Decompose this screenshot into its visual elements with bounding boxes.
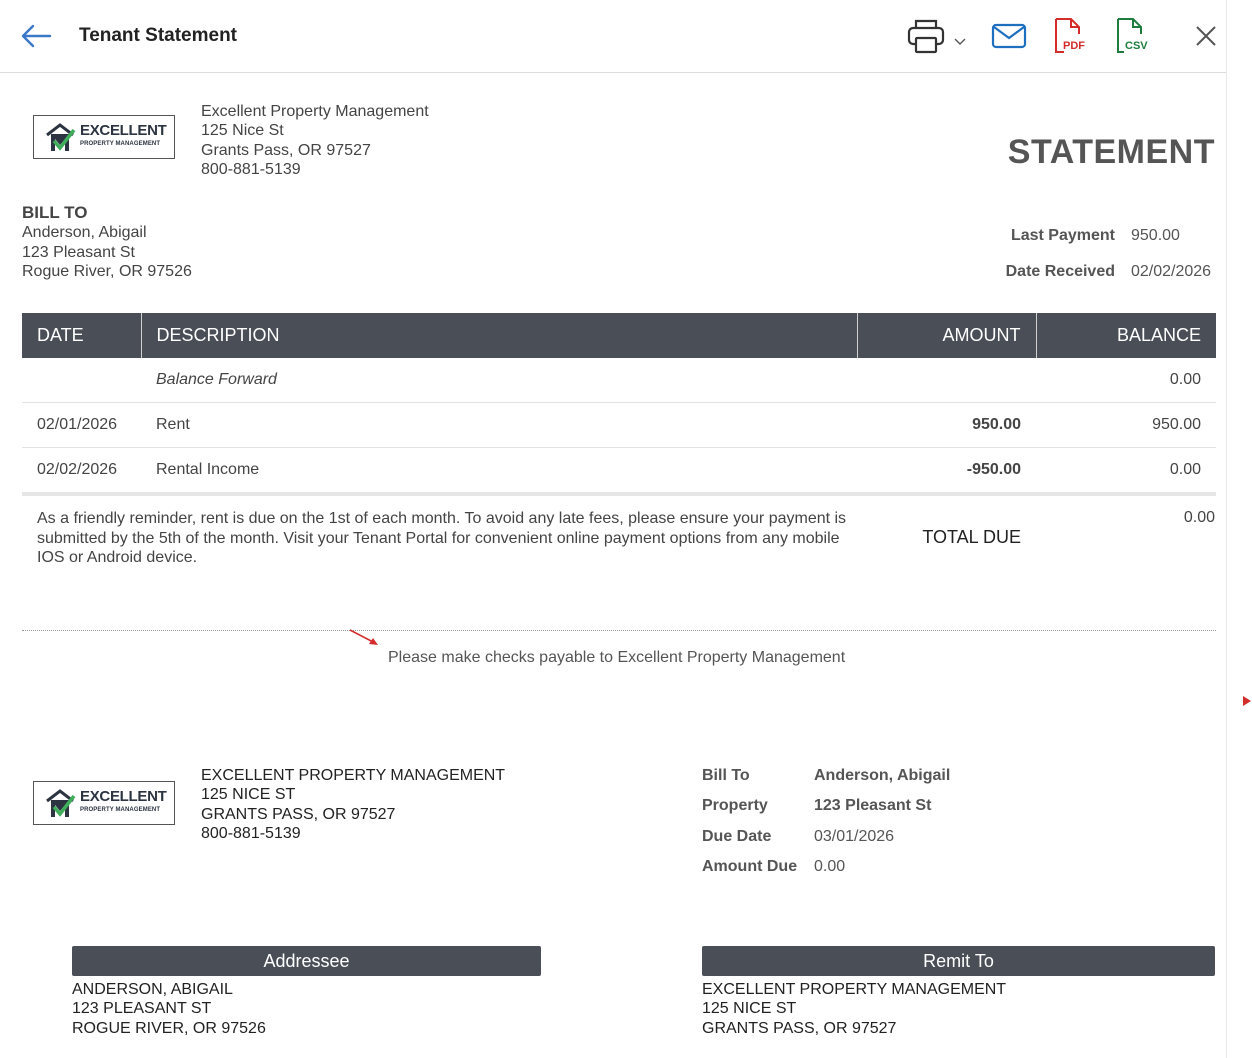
ledger-header-row: DATE DESCRIPTION AMOUNT BALANCE bbox=[22, 313, 1216, 358]
pdf-label: PDF bbox=[1063, 40, 1085, 52]
last-payment-value: 950.00 bbox=[1131, 227, 1180, 244]
date-received-value: 02/02/2026 bbox=[1131, 263, 1212, 280]
last-payment-label: Last Payment bbox=[1010, 227, 1115, 244]
rent-reminder-text: As a friendly reminder, rent is due on t… bbox=[37, 510, 847, 567]
company-address: Excellent Property Management 125 Nice S… bbox=[201, 102, 429, 179]
logo-text: EXCELLENT bbox=[80, 122, 167, 139]
chevron-down-icon[interactable] bbox=[953, 16, 967, 56]
company-logo: EXCELLENT PROPERTY MANAGEMENT bbox=[33, 115, 175, 159]
row-amount bbox=[857, 358, 1036, 403]
company-city: Grants Pass, OR 97527 bbox=[201, 141, 371, 159]
stub-property-label: Property bbox=[702, 797, 768, 814]
stub-bill-to-value: Anderson, Abigail bbox=[814, 767, 951, 784]
bill-to-name: Anderson, Abigail bbox=[22, 224, 147, 241]
stub-company-street: 125 NICE ST bbox=[201, 786, 296, 804]
table-row: Balance Forward 0.00 bbox=[22, 358, 1216, 403]
row-amount: 950.00 bbox=[857, 402, 1036, 448]
row-description: Rental Income bbox=[141, 447, 857, 496]
stub-company-logo: EXCELLENT PROPERTY MANAGEMENT bbox=[33, 781, 175, 825]
logo-text: EXCELLENT bbox=[80, 788, 167, 805]
table-row: 02/01/2026 Rent 950.00 950.00 bbox=[22, 402, 1216, 448]
company-street: 125 Nice St bbox=[201, 122, 284, 140]
bill-to-city: Rogue River, OR 97526 bbox=[22, 263, 192, 281]
marker-triangle-icon bbox=[1243, 696, 1251, 706]
stub-bill-to-label: Bill To bbox=[702, 767, 750, 784]
annotation-arrow-icon bbox=[349, 629, 378, 645]
bill-to-street: 123 Pleasant St bbox=[22, 243, 135, 261]
close-icon[interactable] bbox=[1194, 16, 1218, 56]
stub-company-name: EXCELLENT PROPERTY MANAGEMENT bbox=[201, 767, 506, 784]
row-balance: 950.00 bbox=[1036, 402, 1216, 448]
pdf-icon[interactable]: PDF bbox=[1050, 16, 1090, 56]
column-header-balance: BALANCE bbox=[1036, 313, 1216, 358]
ledger-table: DATE DESCRIPTION AMOUNT BALANCE Balance … bbox=[22, 313, 1216, 496]
total-due-value: 0.00 bbox=[1183, 509, 1215, 526]
back-arrow-icon[interactable] bbox=[18, 20, 54, 52]
house-check-icon bbox=[46, 789, 76, 817]
bill-to-address: Anderson, Abigail 123 Pleasant St Rogue … bbox=[22, 223, 192, 282]
addressee-city: ROGUE RIVER, OR 97526 bbox=[72, 1019, 266, 1037]
addressee-heading: Addressee bbox=[72, 946, 541, 976]
stub-property-value: 123 Pleasant St bbox=[814, 797, 932, 814]
row-date: 02/02/2026 bbox=[22, 447, 141, 496]
stub-company-city: GRANTS PASS, OR 97527 bbox=[201, 805, 396, 823]
row-balance: 0.00 bbox=[1036, 358, 1216, 403]
addressee-address: ANDERSON, ABIGAIL 123 PLEASANT ST ROGUE … bbox=[72, 980, 266, 1038]
logo-subtext: PROPERTY MANAGEMENT bbox=[80, 807, 161, 813]
row-description: Balance Forward bbox=[141, 358, 857, 403]
toolbar: Tenant Statement PDF CSV bbox=[0, 0, 1226, 73]
company-name: Excellent Property Management bbox=[201, 103, 429, 120]
remit-to-street: 125 NICE ST bbox=[702, 1000, 797, 1018]
row-description: Rent bbox=[141, 402, 857, 448]
company-phone: 800-881-5139 bbox=[201, 160, 301, 178]
print-icon[interactable] bbox=[906, 16, 946, 56]
tear-line bbox=[22, 630, 1216, 631]
column-header-description: DESCRIPTION bbox=[141, 313, 858, 358]
row-balance: 0.00 bbox=[1036, 447, 1216, 496]
statement-title: STATEMENT bbox=[1007, 133, 1215, 171]
column-header-date: DATE bbox=[22, 313, 142, 358]
row-date: 02/01/2026 bbox=[22, 402, 141, 448]
remit-to-city: GRANTS PASS, OR 97527 bbox=[702, 1019, 897, 1037]
total-due-label: TOTAL DUE bbox=[922, 527, 1021, 547]
stub-company-phone: 800-881-5139 bbox=[201, 824, 301, 842]
row-date bbox=[22, 358, 141, 403]
panel-edge bbox=[1226, 0, 1227, 1058]
bill-to-heading: BILL TO bbox=[22, 203, 88, 222]
row-amount: -950.00 bbox=[857, 447, 1036, 496]
csv-icon[interactable]: CSV bbox=[1112, 16, 1152, 56]
column-header-amount: AMOUNT bbox=[857, 313, 1037, 358]
stub-due-date-label: Due Date bbox=[702, 828, 772, 845]
csv-label: CSV bbox=[1125, 40, 1148, 52]
addressee-street: 123 PLEASANT ST bbox=[72, 1000, 212, 1018]
date-received-label: Date Received bbox=[1005, 263, 1115, 280]
table-row: 02/02/2026 Rental Income -950.00 0.00 bbox=[22, 447, 1216, 496]
email-icon[interactable] bbox=[990, 16, 1028, 56]
stub-due-date-value: 03/01/2026 bbox=[814, 828, 895, 845]
checks-payable-note: Please make checks payable to Excellent … bbox=[388, 649, 846, 666]
stub-company-address: EXCELLENT PROPERTY MANAGEMENT 125 NICE S… bbox=[201, 766, 505, 843]
remit-to-heading: Remit To bbox=[702, 946, 1215, 976]
remit-to-address: EXCELLENT PROPERTY MANAGEMENT 125 NICE S… bbox=[702, 980, 1006, 1038]
logo-subtext: PROPERTY MANAGEMENT bbox=[80, 141, 161, 147]
addressee-name: ANDERSON, ABIGAIL bbox=[72, 981, 233, 998]
page-title: Tenant Statement bbox=[79, 25, 238, 46]
house-check-icon bbox=[46, 123, 76, 151]
stub-amount-due-value: 0.00 bbox=[814, 858, 846, 875]
remit-to-name: EXCELLENT PROPERTY MANAGEMENT bbox=[702, 981, 1007, 998]
stub-amount-due-label: Amount Due bbox=[702, 858, 798, 875]
